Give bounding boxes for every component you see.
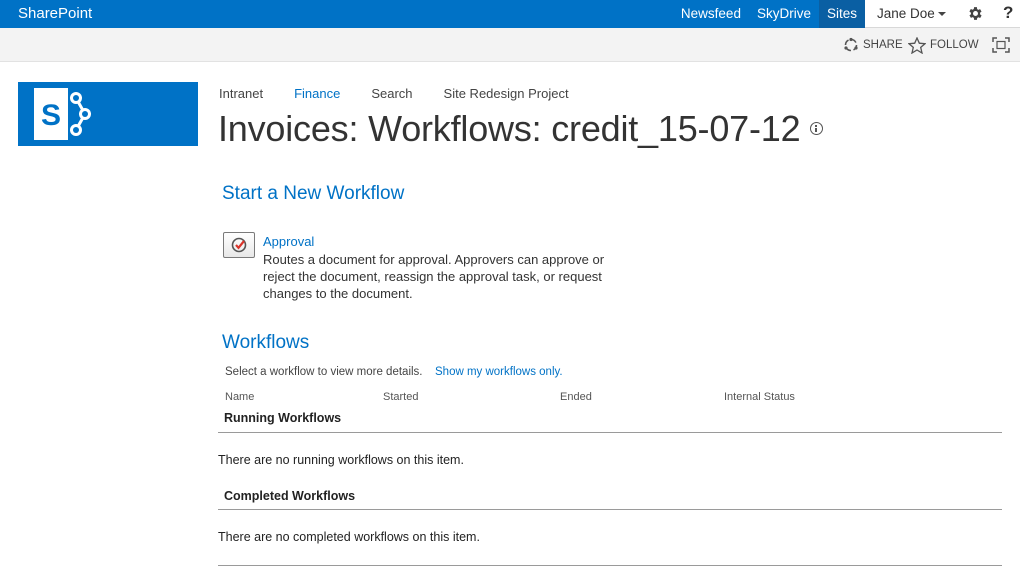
- follow-button[interactable]: FOLLOW: [908, 28, 979, 62]
- svg-text:S: S: [41, 99, 61, 132]
- column-header-started: Started: [383, 391, 419, 403]
- page-title: Invoices: Workflows: credit_15-07-12: [218, 108, 824, 150]
- column-header-name: Name: [225, 391, 255, 403]
- follow-label: FOLLOW: [930, 39, 979, 51]
- check-circle-icon: [231, 237, 247, 253]
- show-my-workflows-link[interactable]: Show my workflows only.: [435, 366, 563, 378]
- workflows-hint: Select a workflow to view more details.: [225, 366, 423, 378]
- running-workflows-empty-text: There are no running workflows on this i…: [218, 453, 464, 467]
- running-workflows-title: Running Workflows: [224, 411, 342, 425]
- brand-link[interactable]: SharePoint: [18, 5, 92, 22]
- share-icon: [844, 37, 858, 52]
- column-header-internal-status: Internal Status: [724, 391, 795, 403]
- site-logo[interactable]: S: [18, 82, 198, 146]
- star-icon: [908, 36, 926, 54]
- nav-item-intranet[interactable]: Intranet: [219, 86, 263, 101]
- completed-workflows-empty-text: There are no completed workflows on this…: [218, 530, 480, 544]
- column-header-ended: Ended: [560, 391, 592, 403]
- suite-bar: SharePoint Newsfeed SkyDrive Sites Jane …: [0, 0, 1020, 28]
- caret-down-icon: [937, 12, 946, 17]
- page-title-text: Invoices: Workflows: credit_15-07-12: [218, 108, 801, 149]
- divider: [218, 509, 1002, 510]
- divider: [218, 432, 1002, 433]
- top-nav: Intranet Finance Search Site Redesign Pr…: [219, 86, 600, 101]
- workflows-heading: Workflows: [222, 332, 310, 353]
- user-name: Jane Doe: [877, 6, 935, 21]
- approval-workflow-description: Routes a document for approval. Approver…: [263, 252, 605, 301]
- ribbon: SHARE FOLLOW: [0, 28, 1020, 62]
- user-area: Jane Doe ?: [865, 0, 1020, 28]
- approval-workflow-icon[interactable]: [223, 232, 255, 258]
- nav-item-site-redesign-project[interactable]: Site Redesign Project: [444, 86, 569, 101]
- suite-link-newsfeed[interactable]: Newsfeed: [673, 0, 749, 28]
- suite-link-skydrive[interactable]: SkyDrive: [749, 0, 819, 28]
- info-icon[interactable]: [810, 121, 824, 135]
- share-label: SHARE: [863, 39, 903, 51]
- suite-links: Newsfeed SkyDrive Sites: [673, 0, 865, 28]
- start-workflow-heading: Start a New Workflow: [222, 183, 405, 204]
- help-icon[interactable]: ?: [1003, 3, 1013, 23]
- sharepoint-logo-icon: S: [34, 88, 91, 140]
- nav-item-search[interactable]: Search: [371, 86, 412, 101]
- nav-item-finance[interactable]: Finance: [294, 86, 340, 101]
- share-button[interactable]: SHARE: [843, 28, 903, 62]
- divider: [218, 565, 1002, 566]
- completed-workflows-title: Completed Workflows: [224, 489, 356, 503]
- approval-workflow-link[interactable]: Approval: [263, 234, 314, 249]
- focus-on-content-icon[interactable]: [992, 37, 1010, 53]
- suite-link-sites[interactable]: Sites: [818, 0, 865, 28]
- user-menu[interactable]: Jane Doe: [877, 6, 946, 21]
- gear-icon[interactable]: [967, 5, 984, 22]
